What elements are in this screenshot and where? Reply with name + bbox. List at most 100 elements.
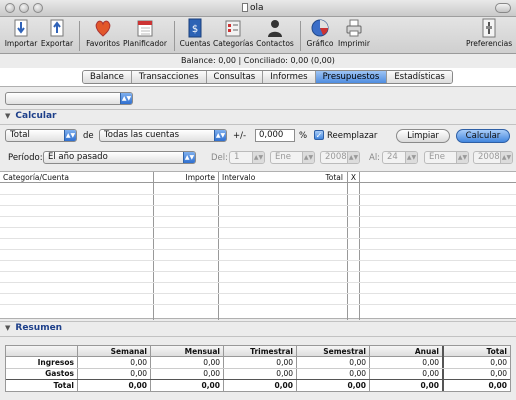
contactos-button[interactable]: Contactos	[256, 18, 294, 48]
favoritos-button[interactable]: Favoritos	[86, 18, 120, 48]
divider	[0, 336, 516, 337]
toolbar-separator	[79, 21, 80, 51]
categories-icon	[224, 18, 242, 38]
zoom-window-button[interactable]	[33, 3, 43, 13]
stepper-icon: ▲▼	[347, 152, 359, 163]
sum-cell: 0,00	[488, 381, 507, 390]
del-month-value: Ene	[275, 152, 291, 162]
calc-type-value: Total	[10, 130, 30, 140]
col-header-importe[interactable]: Importe	[154, 172, 218, 183]
sum-header-mensual: Mensual	[151, 346, 223, 357]
al-year-select[interactable]: 2008 ▲▼	[473, 151, 513, 164]
al-day-select[interactable]: 24 ▲▼	[382, 151, 418, 164]
calc-type-select[interactable]: Total ▲▼	[5, 129, 77, 142]
imprimir-label: Imprimir	[338, 39, 370, 48]
popup-arrows-icon: ▲▼	[120, 93, 132, 104]
close-window-button[interactable]	[5, 3, 15, 13]
sum-cell: 0,00	[422, 369, 439, 378]
contactos-label: Contactos	[256, 39, 294, 48]
grid-row-line	[0, 194, 516, 195]
periodo-value: El año pasado	[48, 152, 108, 162]
grid-row-line	[0, 227, 516, 228]
divider	[0, 124, 516, 125]
limpiar-button[interactable]: Limpiar	[396, 129, 450, 143]
percent-sign: %	[299, 131, 308, 141]
sum-cell: 0,00	[203, 369, 220, 378]
del-month-select[interactable]: Ene ▲▼	[270, 151, 315, 164]
minimize-window-button[interactable]	[19, 3, 29, 13]
toolbar-toggle-button[interactable]	[495, 3, 511, 13]
accounts-select[interactable]: Todas las cuentas ▲▼	[99, 129, 227, 142]
percent-input[interactable]: 0,000	[255, 129, 295, 142]
al-month-select[interactable]: Ene ▲▼	[424, 151, 469, 164]
toolbar: Importar Exportar Favoritos Planificador…	[0, 17, 516, 54]
col-header-total[interactable]: Total	[282, 172, 346, 183]
budget-grid: Categoría/Cuenta Importe Intervalo Total…	[0, 171, 516, 320]
sum-row-label-total: Total	[53, 381, 75, 390]
reemplazar-label: Reemplazar	[327, 131, 378, 141]
al-label: Al:	[369, 153, 381, 163]
del-year-select[interactable]: 2008 ▲▼	[320, 151, 360, 164]
cuentas-label: Cuentas	[179, 39, 211, 48]
preferences-icon	[480, 18, 498, 38]
stepper-icon: ▲▼	[252, 152, 264, 163]
col-header-categoria[interactable]: Categoría/Cuenta	[0, 172, 153, 183]
periodo-select[interactable]: El año pasado ▲▼	[43, 151, 196, 164]
planificador-button[interactable]: Planificador	[123, 18, 167, 48]
sum-header-trimestral: Trimestral	[224, 346, 296, 357]
grid-row-line	[0, 271, 516, 272]
preferencias-button[interactable]: Preferencias	[466, 18, 512, 48]
categorias-button[interactable]: Categorías	[213, 18, 253, 48]
sum-cell: 0,00	[349, 358, 366, 367]
col-header-x[interactable]: X	[348, 172, 359, 183]
sum-cell: 0,00	[347, 381, 366, 390]
sum-cell: 0,00	[276, 358, 293, 367]
sum-row-label-gastos: Gastos	[45, 369, 74, 378]
resumen-section-header[interactable]: ▼ Resumen	[5, 323, 62, 333]
cuentas-button[interactable]: $ Cuentas	[179, 18, 211, 48]
budget-select[interactable]: ▲▼	[5, 92, 133, 105]
sum-cell: 0,00	[128, 381, 147, 390]
sum-cell: 0,00	[490, 369, 507, 378]
tab-balance[interactable]: Balance	[83, 71, 132, 83]
stepper-icon: ▲▼	[456, 152, 468, 163]
imprimir-button[interactable]: Imprimir	[338, 18, 370, 48]
sum-cell: 0,00	[130, 358, 147, 367]
grid-row-line	[0, 282, 516, 283]
sum-header-anual: Anual	[370, 346, 442, 357]
printer-icon	[345, 18, 363, 38]
grafico-label: Gráfico	[306, 39, 334, 48]
grafico-button[interactable]: Gráfico	[306, 18, 334, 48]
accounts-value: Todas las cuentas	[104, 130, 180, 140]
sum-cell: 0,00	[422, 358, 439, 367]
al-day-value: 24	[387, 152, 398, 162]
del-day-select[interactable]: 1 ▲▼	[229, 151, 265, 164]
col-header-filler	[360, 172, 516, 183]
exportar-button[interactable]: Exportar	[40, 18, 74, 48]
accounts-icon: $	[186, 18, 204, 38]
grid-row-line	[0, 205, 516, 206]
preferencias-label: Preferencias	[466, 39, 513, 48]
sum-cell: 0,00	[201, 381, 220, 390]
sum-cell: 0,00	[274, 381, 293, 390]
tab-consultas[interactable]: Consultas	[206, 71, 264, 83]
del-year-value: 2008	[325, 152, 347, 162]
divider	[0, 109, 516, 110]
tab-transacciones[interactable]: Transacciones	[131, 71, 207, 83]
resumen-table: Semanal Mensual Trimestral Semestral Anu…	[5, 345, 511, 392]
grid-row-line	[0, 249, 516, 250]
tab-informes[interactable]: Informes	[263, 71, 316, 83]
sum-cell: 0,00	[203, 358, 220, 367]
svg-text:$: $	[192, 24, 198, 35]
tab-presupuestos[interactable]: Presupuestos	[315, 71, 388, 83]
balance-bar: Balance: 0,00 | Conciliado: 0,00 (0,00)	[0, 54, 516, 68]
reemplazar-checkbox[interactable]: ✓	[314, 130, 324, 140]
calcular-section-header[interactable]: ▼ Calcular	[5, 111, 57, 121]
grid-row-line	[0, 238, 516, 239]
import-icon	[12, 18, 30, 38]
tab-estadisticas[interactable]: Estadísticas	[387, 71, 452, 83]
sum-header-semanal: Semanal	[78, 346, 150, 357]
toolbar-separator	[300, 21, 301, 51]
calcular-button[interactable]: Calcular	[456, 129, 510, 143]
importar-button[interactable]: Importar	[4, 18, 38, 48]
